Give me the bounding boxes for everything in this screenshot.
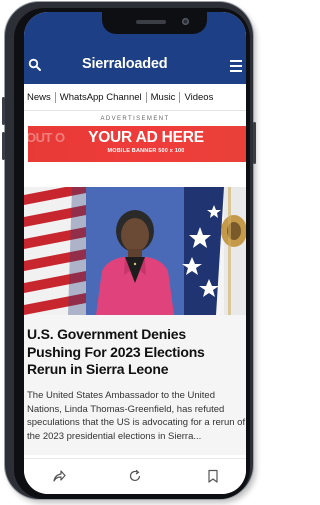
nav-item-whatsapp-channel[interactable]: WhatsApp Channel [56,92,146,103]
nav-item-videos[interactable]: Videos [180,92,217,103]
power-button [253,122,256,164]
ad-label: ADVERTISEMENT [100,116,170,122]
bookmark-icon[interactable] [206,469,220,483]
nav-item-music[interactable]: Music [147,92,180,103]
share-icon[interactable] [52,469,66,483]
browser-bottom-bar [24,458,246,494]
volume-button [2,132,5,160]
ad-banner[interactable]: OUT O YOUR AD HERE MOBILE BANNER 500 x 1… [28,126,246,162]
refresh-icon[interactable] [128,469,142,483]
ad-ghost-text: OUT O [28,130,65,145]
phone-screen: Sierraloaded News WhatsApp Channel Music… [24,12,246,494]
hamburger-menu-icon[interactable] [230,60,242,72]
volume-button [2,97,5,125]
article-headline[interactable]: U.S. Government Denies Pushing For 2023 … [27,326,242,379]
ad-title: YOUR AD HERE [88,129,204,146]
speaker-grille [136,20,166,24]
search-icon[interactable] [28,58,42,72]
ad-subtitle: MOBILE BANNER 500 x 100 [107,148,185,154]
site-logo[interactable]: Sierraloaded [82,56,192,76]
camera-icon [182,18,189,25]
category-nav: News WhatsApp Channel Music Videos [24,84,246,111]
notch [102,12,207,34]
nav-item-news[interactable]: News [24,92,55,103]
article-image[interactable] [24,187,246,315]
article-card[interactable]: U.S. Government Denies Pushing For 2023 … [24,315,246,455]
article-excerpt: The United States Ambassador to the Unit… [27,390,246,442]
